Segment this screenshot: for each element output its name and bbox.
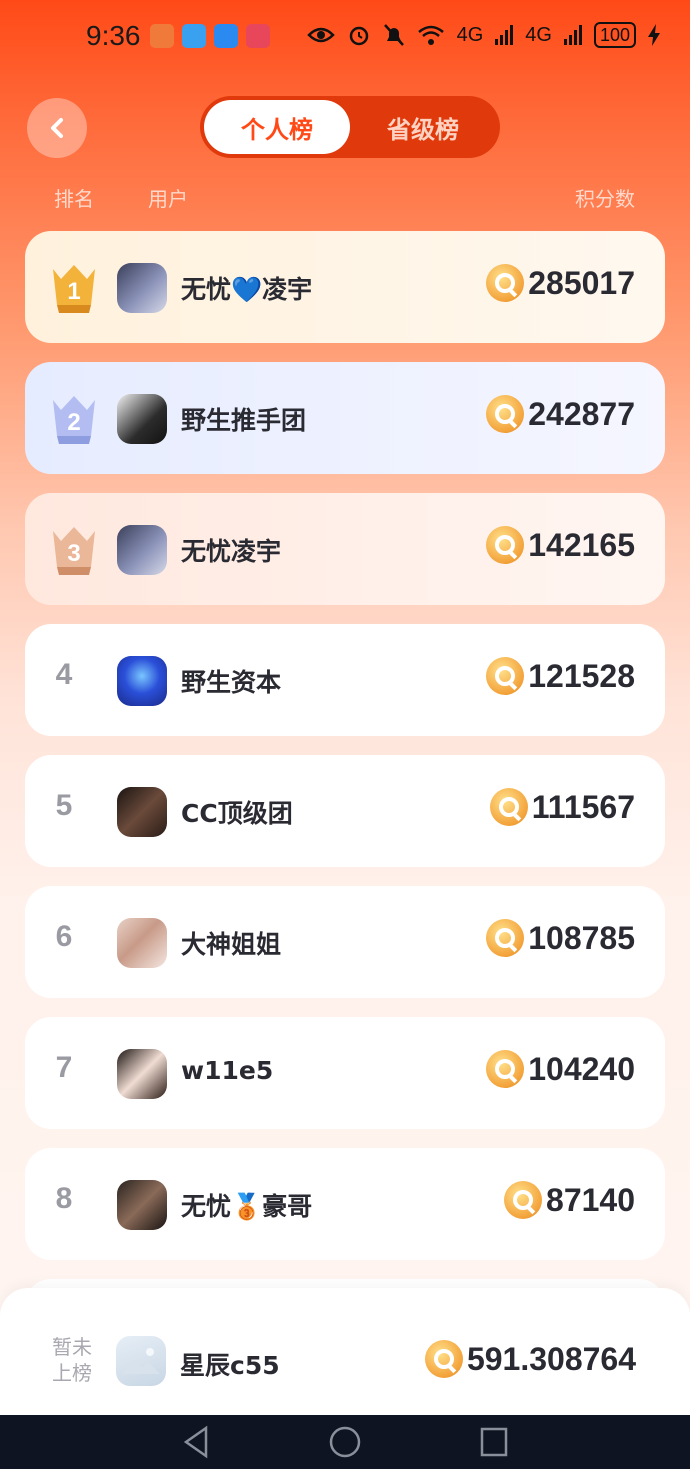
- coin-icon: [486, 919, 525, 957]
- network-label-2: 4G: [525, 23, 552, 46]
- trophy-rank-number: 3: [67, 540, 80, 567]
- leaderboard-row[interactable]: 6 大神姐姐 108785: [25, 886, 665, 998]
- leaderboard-row[interactable]: 3 无忧凌宇 142165: [25, 493, 665, 605]
- score: 111567: [489, 788, 635, 826]
- my-rank-status: 暂未 上榜: [52, 1335, 92, 1385]
- clock: 9:36: [86, 20, 141, 51]
- mute-icon: [383, 24, 404, 46]
- network-label-1: 4G: [456, 23, 484, 46]
- score: 121528: [486, 657, 635, 695]
- rank-number: 8: [55, 1182, 73, 1215]
- avatar: [117, 1180, 167, 1230]
- coin-icon: [486, 1050, 525, 1088]
- score-value: 111567: [531, 788, 635, 825]
- alarm-icon: [349, 26, 368, 46]
- avatar: [117, 1049, 167, 1099]
- home-circle-icon[interactable]: [328, 1425, 362, 1459]
- score-value: 87140: [546, 1181, 635, 1218]
- user-name: w11e5: [181, 1056, 274, 1085]
- charging-icon: [648, 24, 660, 46]
- user-name: 无忧凌宇: [181, 537, 282, 566]
- ranking-tabs: 个人榜 省级榜: [200, 96, 500, 158]
- user-name: 大神姐姐: [181, 930, 282, 959]
- status-bar: 9:36 4G 4G 100: [0, 0, 690, 72]
- coin-icon: [504, 1181, 543, 1219]
- eye-icon: [306, 27, 335, 43]
- my-score-value: 591.308764: [466, 1340, 636, 1377]
- score-value: 142165: [528, 526, 635, 563]
- score: 242877: [486, 395, 635, 433]
- leaderboard-row[interactable]: 1 无忧💙凌宇 285017: [25, 231, 665, 343]
- score: 87140: [504, 1181, 635, 1219]
- user-name: 无忧🥉豪哥: [181, 1192, 313, 1221]
- system-navigation-bar: [0, 1415, 690, 1469]
- score: 104240: [486, 1050, 635, 1088]
- user-name: 野生推手团: [181, 406, 307, 435]
- coin-icon: [486, 395, 525, 433]
- gold-trophy-icon: 1: [53, 265, 95, 313]
- leaderboard-row[interactable]: 2 野生推手团 242877: [25, 362, 665, 474]
- signal-icon: [563, 25, 582, 45]
- score: 285017: [486, 264, 635, 302]
- user-column-header: 用户: [148, 187, 188, 211]
- leaderboard-row[interactable]: 7 w11e5 104240: [25, 1017, 665, 1129]
- trophy-rank-number: 1: [67, 278, 80, 305]
- my-score: 591.308764: [424, 1340, 636, 1378]
- chevron-left-icon: [51, 118, 63, 138]
- score-value: 121528: [528, 657, 635, 694]
- score-column-header: 积分数: [575, 187, 635, 211]
- back-triangle-icon[interactable]: [180, 1425, 212, 1459]
- bronze-trophy-icon: 3: [53, 527, 95, 575]
- app-notification-icon: [214, 24, 238, 48]
- my-avatar: [116, 1336, 166, 1386]
- avatar: [117, 918, 167, 968]
- leaderboard-row[interactable]: 4 野生资本 121528: [25, 624, 665, 736]
- avatar: [117, 263, 167, 313]
- wifi-icon: [417, 25, 444, 45]
- recents-square-icon[interactable]: [478, 1425, 510, 1459]
- avatar: [117, 525, 167, 575]
- score-value: 285017: [528, 264, 635, 301]
- battery-indicator: 100: [593, 22, 636, 48]
- coin-icon: [486, 264, 525, 302]
- app-notification-icon: [246, 24, 270, 48]
- tab-personal-ranking[interactable]: 个人榜: [204, 100, 350, 154]
- rank-number: 4: [55, 658, 73, 691]
- score-value: 108785: [528, 919, 635, 956]
- rank-number: 7: [55, 1051, 73, 1084]
- trophy-rank-number: 2: [67, 409, 80, 436]
- user-name: 无忧💙凌宇: [181, 275, 313, 304]
- notification-icons: [150, 24, 270, 48]
- user-name: CC顶级团: [181, 799, 293, 828]
- silver-trophy-icon: 2: [53, 396, 95, 444]
- score: 108785: [486, 919, 635, 957]
- my-rank-panel: 暂未 上榜 星辰c55 591.308764: [0, 1288, 690, 1415]
- avatar: [117, 656, 167, 706]
- user-name: 野生资本: [181, 668, 282, 697]
- my-user-name: 星辰c55: [180, 1351, 280, 1380]
- column-headers: 排名 用户 积分数: [0, 183, 690, 213]
- system-icons: 4G 4G 100: [306, 22, 660, 48]
- avatar: [117, 787, 167, 837]
- signal-icon: [495, 25, 514, 45]
- leaderboard-row[interactable]: 5 CC顶级团 111567: [25, 755, 665, 867]
- rank-number: 6: [55, 920, 73, 953]
- app-notification-icon: [150, 24, 174, 48]
- tab-province-ranking[interactable]: 省级榜: [350, 100, 496, 154]
- back-button[interactable]: [27, 98, 87, 158]
- score-value: 104240: [528, 1050, 635, 1087]
- avatar: [117, 394, 167, 444]
- calendar-notification-icon: [182, 24, 206, 48]
- leaderboard-row[interactable]: 8 无忧🥉豪哥 87140: [25, 1148, 665, 1260]
- score-value: 242877: [528, 395, 635, 432]
- rank-number: 5: [55, 789, 73, 822]
- image-placeholder-icon: [122, 1348, 160, 1374]
- coin-icon: [486, 657, 525, 695]
- score: 142165: [486, 526, 635, 564]
- rank-column-header: 排名: [54, 187, 94, 211]
- coin-icon: [489, 788, 528, 826]
- coin-icon: [424, 1340, 463, 1378]
- coin-icon: [486, 526, 525, 564]
